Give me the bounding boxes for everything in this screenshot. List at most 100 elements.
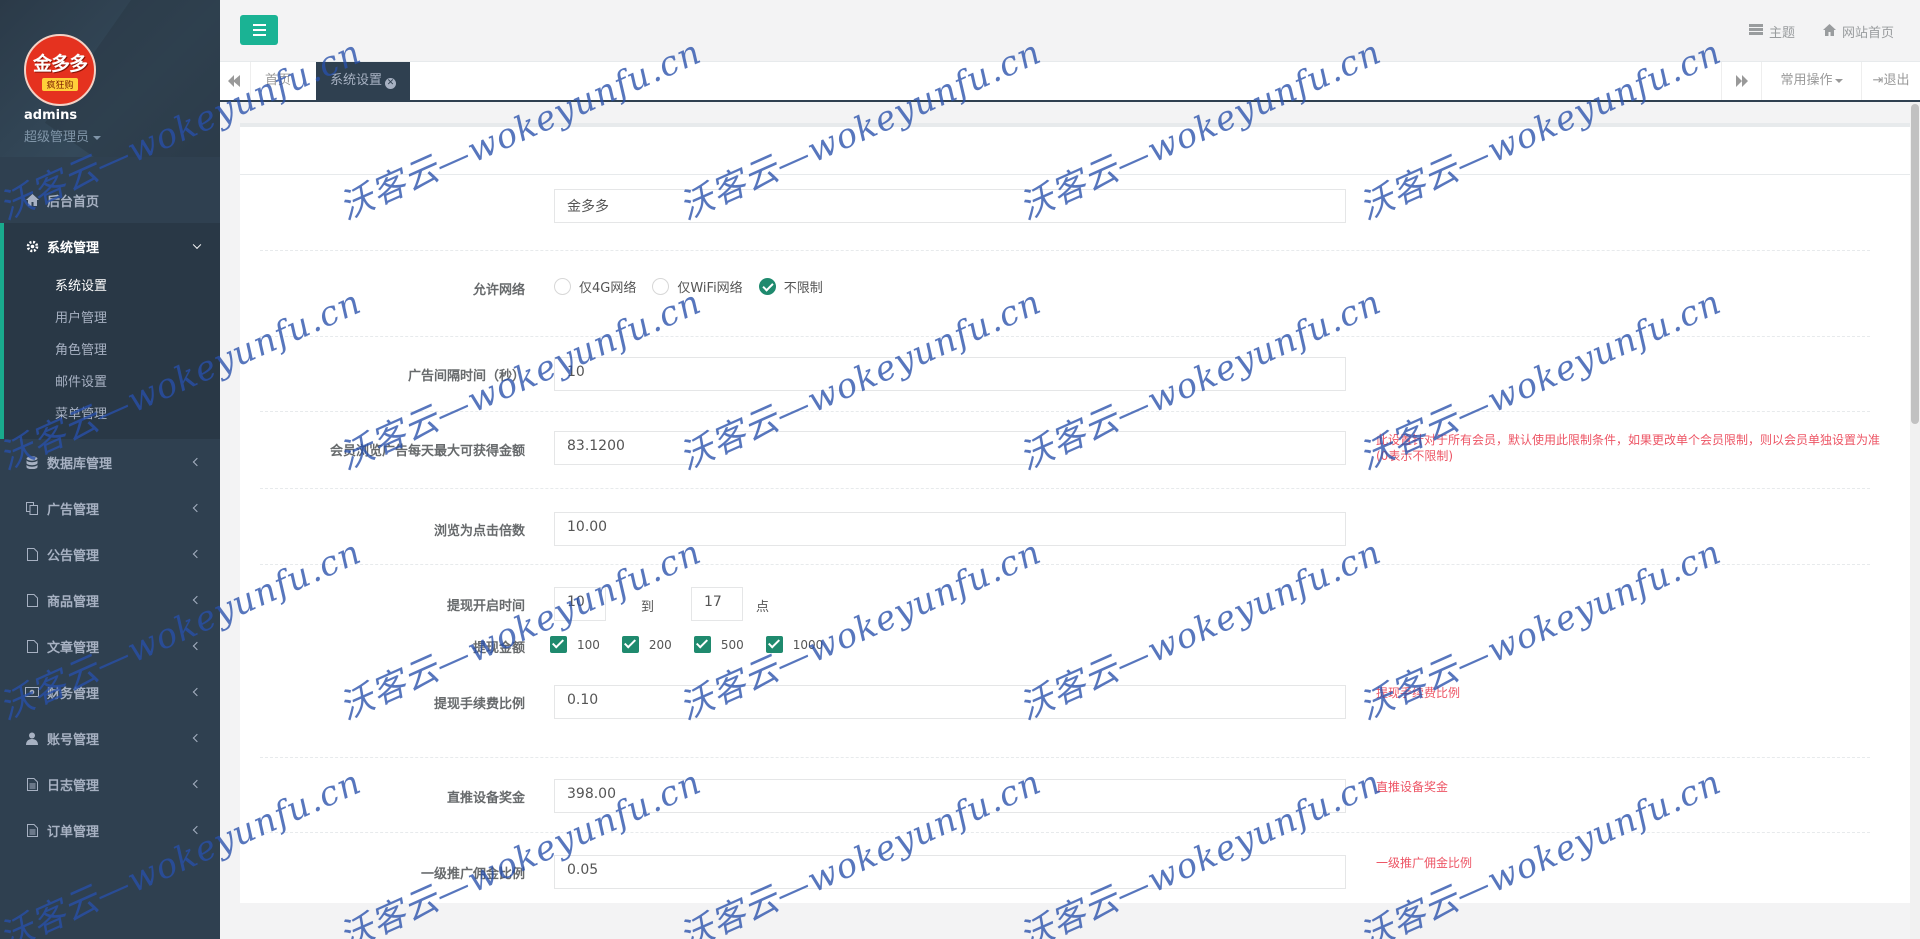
- nav-database[interactable]: 数据库管理: [0, 439, 220, 485]
- common-ops-label: 常用操作: [1780, 73, 1833, 88]
- user-icon: [25, 731, 39, 745]
- level1-input[interactable]: 0.05: [554, 855, 1346, 889]
- check-icon: [621, 636, 639, 653]
- user-name[interactable]: admins: [24, 108, 77, 123]
- radio-wifi[interactable]: 仅WiFi网络: [652, 277, 743, 296]
- nav-label: 商品管理: [47, 594, 100, 610]
- checkbox-1000[interactable]: 1000: [765, 636, 824, 653]
- file-text-icon: [25, 823, 39, 837]
- logo-text: 金多多: [32, 53, 88, 75]
- checkbox-100[interactable]: 100: [550, 636, 600, 653]
- close-icon[interactable]: ✕: [385, 78, 397, 89]
- level1-help: 一级推广佣金比例: [1376, 856, 1473, 870]
- network-label: 允许网络: [472, 283, 525, 298]
- nav-label: 文章管理: [47, 640, 100, 656]
- nav-system[interactable]: 系统管理: [0, 223, 220, 269]
- device-bonus-help: 直推设备奖金: [1376, 780, 1449, 794]
- nav-home[interactable]: 后台首页: [0, 177, 220, 223]
- site-name-input[interactable]: 金多多: [554, 189, 1346, 223]
- submenu-system: 系统设置 用户管理 角色管理 邮件设置 菜单管理: [0, 269, 220, 439]
- chevron-left-icon: [192, 457, 202, 467]
- withdraw-time-label: 提现开启时间: [446, 599, 525, 614]
- nav-ads[interactable]: 广告管理: [0, 485, 220, 531]
- top-navbar: 主题 网站首页: [220, 0, 1920, 62]
- tab-scroll-right-button[interactable]: [1721, 62, 1761, 100]
- tab-label: 系统设置: [330, 73, 383, 88]
- scrollbar[interactable]: [1910, 102, 1920, 939]
- theme-label: 主题: [1768, 26, 1795, 41]
- home-icon: [25, 193, 39, 207]
- site-home-label: 网站首页: [1841, 26, 1894, 41]
- check-icon: [765, 636, 783, 653]
- radio-circle: [652, 278, 670, 295]
- radio-4g[interactable]: 仅4G网络: [554, 277, 636, 296]
- form-row-network: 允许网络 仅4G网络 仅WiFi网络 不限制: [260, 251, 1870, 337]
- to-text: 到: [641, 600, 655, 615]
- radio-unlimited[interactable]: 不限制: [758, 277, 823, 296]
- device-bonus-input[interactable]: 398.00: [554, 779, 1346, 813]
- money-icon: [25, 685, 39, 699]
- withdraw-amount-label: 提现金额: [472, 641, 525, 656]
- nav-logs[interactable]: 日志管理: [0, 761, 220, 807]
- tab-home[interactable]: 首页: [250, 62, 305, 100]
- form-row-click-ratio: 浏览为点击倍数 10.00: [260, 489, 1870, 565]
- tab-scroll-left-button[interactable]: [228, 72, 242, 90]
- chevron-left-icon: [192, 733, 202, 743]
- withdraw-to-input[interactable]: 17: [691, 587, 743, 621]
- form-row-level1: 一级推广佣金比例 0.05 一级推广佣金比例: [260, 833, 1870, 903]
- submenu-item-mail[interactable]: 邮件设置: [4, 367, 220, 399]
- logout-button[interactable]: ⇥退出: [1861, 62, 1920, 100]
- site-home-link[interactable]: 网站首页: [1822, 22, 1894, 41]
- radio-label: 仅4G网络: [579, 281, 637, 296]
- nav-goods[interactable]: 商品管理: [0, 577, 220, 623]
- submenu-item-users[interactable]: 用户管理: [4, 303, 220, 335]
- click-ratio-label: 浏览为点击倍数: [433, 524, 525, 539]
- chevron-left-icon: [192, 825, 202, 835]
- common-ops-dropdown[interactable]: 常用操作: [1761, 62, 1861, 100]
- submenu-item-roles[interactable]: 角色管理: [4, 335, 220, 367]
- form-row-withdraw: 提现开启时间 10 到 17 点 提现金额 100 200 500 1000: [260, 565, 1870, 683]
- ad-interval-input[interactable]: 10: [554, 357, 1346, 391]
- checkbox-500[interactable]: 500: [693, 636, 744, 653]
- settings-panel: 金多多 允许网络 仅4G网络 仅WiFi网络 不限制 广告间隔时间（秒） 10 …: [240, 123, 1910, 903]
- nav-accounts[interactable]: 账号管理: [0, 715, 220, 761]
- user-role-dropdown[interactable]: 超级管理员: [24, 126, 102, 145]
- check-icon: [550, 636, 567, 653]
- checkbox-label: 1000: [792, 637, 824, 652]
- signout-icon: ⇥: [1872, 73, 1884, 88]
- nav-label: 日志管理: [47, 778, 100, 794]
- max-amount-input[interactable]: 83.1200: [554, 431, 1346, 465]
- checkbox-200[interactable]: 200: [621, 636, 672, 653]
- nav-articles[interactable]: 文章管理: [0, 623, 220, 669]
- click-ratio-input[interactable]: 10.00: [554, 512, 1346, 546]
- hour-unit-text: 点: [756, 600, 770, 615]
- checkbox-label: 500: [720, 637, 744, 652]
- file-icon: [25, 639, 39, 653]
- file-icon: [25, 593, 39, 607]
- nav-label: 广告管理: [47, 502, 100, 518]
- tab-system-settings[interactable]: 系统设置 ✕: [316, 62, 411, 100]
- nav-orders[interactable]: 订单管理: [0, 807, 220, 853]
- check-icon: [693, 636, 711, 653]
- chevron-left-icon: [192, 641, 202, 651]
- ad-interval-label: 广告间隔时间（秒）: [407, 369, 525, 384]
- user-role: 超级管理员: [24, 130, 90, 145]
- chevron-left-icon: [192, 687, 202, 697]
- scrollbar-thumb[interactable]: [1911, 104, 1919, 424]
- logout-label: 退出: [1883, 73, 1910, 88]
- form-row-device-bonus: 直推设备奖金 398.00 直推设备奖金: [260, 758, 1870, 833]
- settings-form: 金多多 允许网络 仅4G网络 仅WiFi网络 不限制 广告间隔时间（秒） 10 …: [240, 175, 1910, 903]
- checkbox-label: 200: [648, 637, 672, 652]
- sidebar-nav: 后台首页 系统管理 系统设置 用户管理 角色管理 邮件设置 菜单管理 数据库管理…: [0, 177, 220, 853]
- nav-notice[interactable]: 公告管理: [0, 531, 220, 577]
- submenu-item-menu[interactable]: 菜单管理: [4, 399, 220, 431]
- fee-input[interactable]: 0.10: [554, 685, 1346, 719]
- copy-icon: [25, 501, 39, 515]
- submenu-item-settings[interactable]: 系统设置: [4, 271, 220, 303]
- theme-link[interactable]: 主题: [1748, 22, 1795, 41]
- logo: 金多多 疯狂购: [24, 34, 96, 106]
- radio-label: 不限制: [783, 281, 823, 296]
- menu-toggle-button[interactable]: [240, 15, 278, 45]
- nav-finance[interactable]: 财务管理: [0, 669, 220, 715]
- withdraw-from-input[interactable]: 10: [554, 587, 606, 621]
